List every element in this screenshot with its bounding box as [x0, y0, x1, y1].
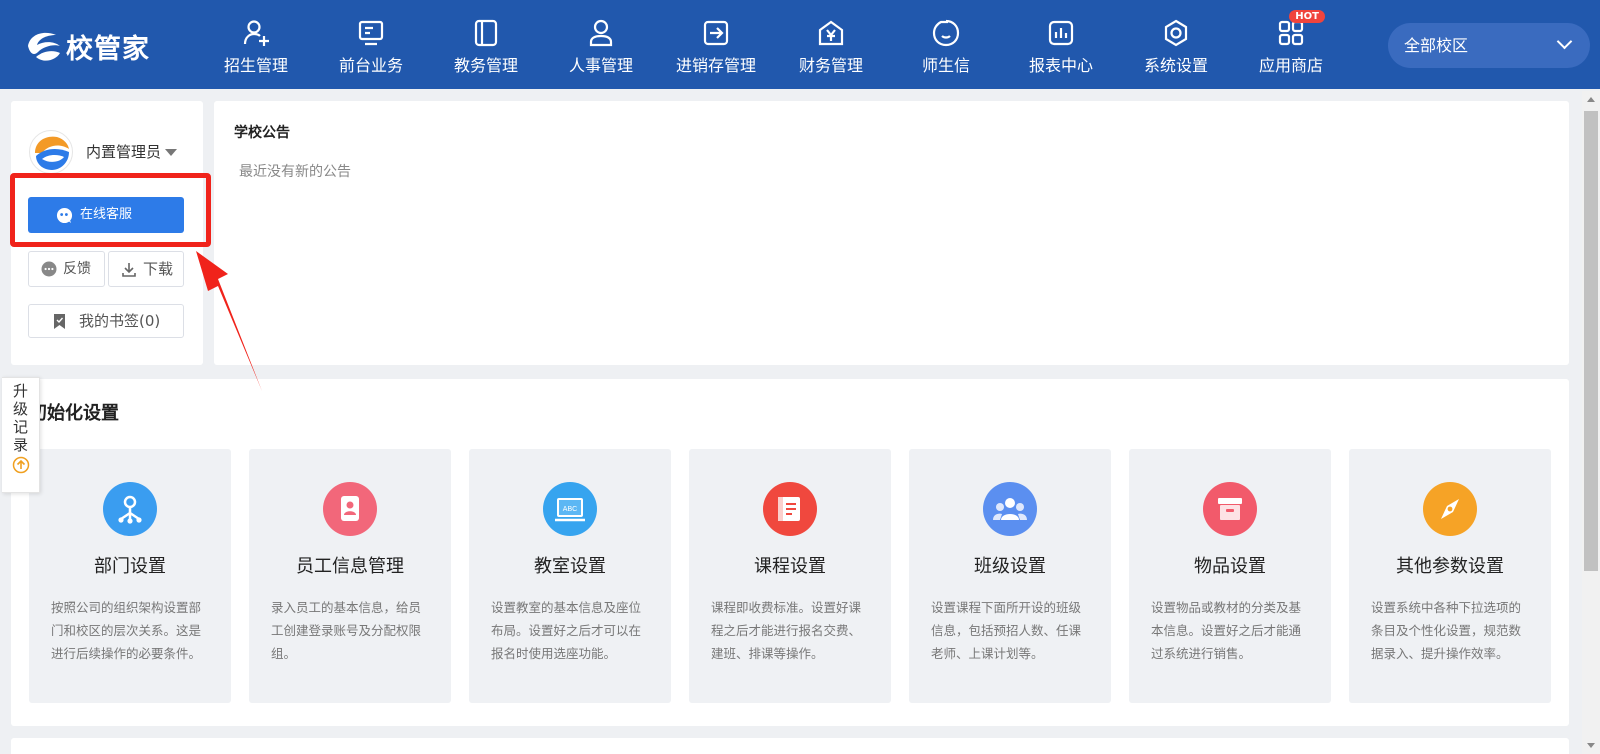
nav-label: 进销存管理 [675, 56, 756, 75]
init-settings-title: 初始化设置 [29, 403, 119, 424]
online-support-button[interactable]: 在线客服 [28, 197, 184, 233]
card-other-params[interactable]: 其他参数设置 设置系统中各种下拉选项的条目及个性化设置，规范数据录入、提升操作效… [1349, 449, 1551, 703]
card-description: 按照公司的组织架构设置部门和校区的层次关系。这是进行后续操作的必要条件。 [51, 600, 202, 661]
yen-house-icon [818, 20, 844, 46]
download-button[interactable]: 下载 [108, 251, 184, 287]
person-icon [589, 19, 613, 47]
campus-select[interactable]: 全部校区 [1388, 23, 1590, 68]
bookmark-button[interactable]: 我的书签(0) [28, 304, 184, 338]
brand-logo[interactable]: 校管家 [24, 26, 150, 66]
monitor-icon [358, 20, 384, 46]
top-nav-bar: 校管家 招生管理 前台业务 教务管理 人事管理 进销存管理 财务管理 师生信 报… [0, 0, 1600, 89]
arrow-box-icon [703, 20, 729, 46]
nav-item-app-store[interactable]: 应用商店 HOT [1235, 10, 1347, 76]
nav-label: 师生信 [921, 56, 970, 75]
blackboard-icon: ABC [543, 482, 597, 536]
online-support-label: 在线客服 [79, 207, 132, 222]
nav-item-front-desk[interactable]: 前台业务 [315, 14, 427, 76]
user-plus-icon [243, 20, 269, 46]
card-description: 设置课程下面所开设的班级信息，包括预招人数、任课老师、上课计划等。 [931, 600, 1082, 661]
nav-label: 财务管理 [798, 56, 863, 75]
nav-item-settings[interactable]: 系统设置 [1120, 14, 1232, 76]
user-menu[interactable]: 内置管理员 [86, 141, 178, 162]
card-course-settings[interactable]: 课程设置 课程即收费标准。设置好课程之后才能进行报名交费、建班、排课等操作。 [689, 449, 891, 703]
card-staff-info[interactable]: 员工信息管理 录入员工的基本信息，给员工创建登录账号及分配权限组。 [249, 449, 451, 703]
feedback-label: 反馈 [63, 261, 91, 277]
logo-mark-icon [28, 32, 60, 61]
feedback-icon [41, 261, 57, 277]
download-icon [122, 263, 136, 277]
card-description: 设置物品或教材的分类及基本信息。设置好之后才能通过系统进行销售。 [1151, 600, 1302, 661]
card-item-settings[interactable]: 物品设置 设置物品或教材的分类及基本信息。设置好之后才能通过系统进行销售。 [1129, 449, 1331, 703]
bookmark-label: 我的书签(0) [79, 312, 161, 330]
announcement-panel: 学校公告 最近没有新的公告 [214, 101, 1569, 365]
nav-label: 应用商店 [1258, 56, 1323, 75]
box-icon [1203, 482, 1257, 536]
page-scrollbar[interactable] [1582, 91, 1600, 754]
compass-icon [1423, 482, 1477, 536]
lower-panel [11, 738, 1569, 754]
chevron-down-icon [1556, 33, 1573, 50]
group-icon [983, 482, 1037, 536]
brand-name: 校管家 [66, 33, 150, 65]
avatar[interactable] [29, 130, 73, 174]
id-card-icon [323, 482, 377, 536]
nav-item-finance[interactable]: 财务管理 [775, 14, 887, 76]
upgrade-log-label: 升级记录 [12, 382, 28, 454]
nav-label: 招生管理 [223, 56, 288, 75]
svg-text:ABC: ABC [563, 506, 577, 513]
card-class-settings[interactable]: 班级设置 设置课程下面所开设的班级信息，包括预招人数、任课老师、上课计划等。 [909, 449, 1111, 703]
nav-item-academic[interactable]: 教务管理 [430, 14, 542, 76]
card-title: 员工信息管理 [296, 556, 404, 577]
card-title: 教室设置 [534, 556, 606, 577]
announcement-empty-text: 最近没有新的公告 [239, 164, 351, 180]
card-title: 其他参数设置 [1396, 556, 1504, 577]
init-settings-section: 初始化设置 部门设置 按照公司的组织架构设置部门和校区的层次关系。这是进行后续操… [11, 379, 1569, 726]
scroll-up-arrow-icon[interactable] [1587, 97, 1595, 102]
nav-item-reports[interactable]: 报表中心 [1005, 14, 1117, 76]
caret-down-icon [165, 149, 178, 156]
book-icon [474, 19, 498, 47]
report-chart-icon [1048, 20, 1074, 46]
card-title: 部门设置 [94, 556, 166, 577]
org-chart-icon [103, 482, 157, 536]
nav-item-inventory[interactable]: 进销存管理 [660, 14, 772, 76]
card-title: 课程设置 [754, 556, 826, 577]
announcement-title: 学校公告 [234, 125, 290, 141]
campus-select-value: 全部校区 [1404, 36, 1469, 55]
scroll-down-arrow-icon[interactable] [1587, 743, 1595, 748]
course-book-icon [763, 482, 817, 536]
scrollbar-thumb[interactable] [1584, 111, 1598, 571]
card-description: 设置教室的基本信息及座位布局。设置好之后才可以在报名时使用选座功能。 [491, 600, 642, 661]
card-title: 物品设置 [1194, 556, 1266, 577]
card-classroom-settings[interactable]: ABC 教室设置 设置教室的基本信息及座位布局。设置好之后才可以在报名时使用选座… [469, 449, 671, 703]
nav-item-admissions[interactable]: 招生管理 [200, 14, 312, 76]
arrow-up-circle-icon [12, 456, 29, 474]
user-name: 内置管理员 [86, 143, 162, 161]
nav-label: 人事管理 [568, 56, 633, 75]
nav-label: 报表中心 [1028, 56, 1093, 75]
card-description: 录入员工的基本信息，给员工创建登录账号及分配权限组。 [271, 600, 422, 661]
hot-badge: HOT [1289, 10, 1325, 23]
nav-item-hr[interactable]: 人事管理 [545, 14, 657, 76]
hexagon-gear-icon [1164, 19, 1188, 47]
card-description: 设置系统中各种下拉选项的条目及个性化设置，规范数据录入、提升操作效率。 [1371, 600, 1522, 661]
download-label: 下载 [143, 260, 174, 278]
nav-label: 教务管理 [453, 56, 518, 75]
card-title: 班级设置 [974, 556, 1046, 577]
card-description: 课程即收费标准。设置好课程之后才能进行报名交费、建班、排课等操作。 [711, 600, 862, 661]
avatar-logo-icon [33, 134, 71, 172]
nav-label: 前台业务 [338, 56, 403, 75]
customer-service-icon [56, 207, 73, 224]
upgrade-log-tab[interactable]: 升级记录 [2, 377, 40, 493]
nav-label: 系统设置 [1143, 56, 1208, 75]
nav-item-messaging[interactable]: 师生信 [890, 14, 1002, 76]
chat-bubble-icon [932, 19, 960, 47]
feedback-button[interactable]: 反馈 [28, 251, 105, 287]
bookmark-icon [54, 314, 65, 329]
card-department-settings[interactable]: 部门设置 按照公司的组织架构设置部门和校区的层次关系。这是进行后续操作的必要条件… [29, 449, 231, 703]
